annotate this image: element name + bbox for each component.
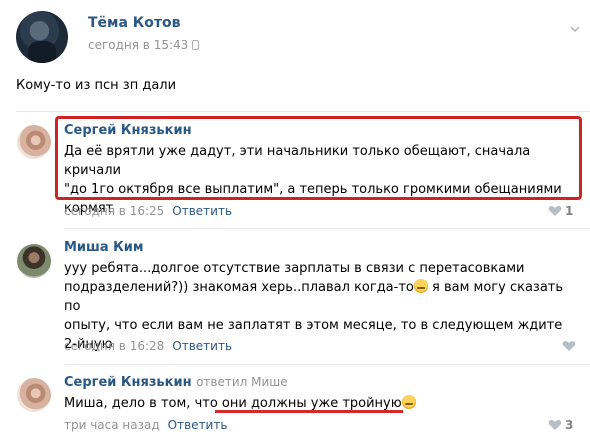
smiley-emoji-icon <box>413 279 428 293</box>
comment-3-time[interactable]: три часа назад <box>64 418 160 432</box>
post-menu-chevron-down-icon[interactable] <box>570 26 580 33</box>
comment-3-replied-to[interactable]: ответил Мише <box>196 375 288 389</box>
comment-2-time[interactable]: сегодня в 16:28 <box>64 339 164 353</box>
comment-1-line-1: Да её врятли уже дадут, эти начальники т… <box>64 144 531 178</box>
comment-3-like-count: 3 <box>565 418 574 432</box>
comment-divider-1 <box>64 228 590 229</box>
comment-2-line-3: опыту, что если вам не заплатят в этом м… <box>64 318 563 333</box>
comment-1-line-2: "до 1го октября все выплатим", а теперь … <box>64 182 562 197</box>
comment-3-header: Сергей Князькин ответил Мише <box>64 375 288 390</box>
comment-1-reply-button[interactable]: Ответить <box>172 204 232 218</box>
post-divider <box>16 111 590 112</box>
comment-2-meta: сегодня в 16:28 Ответить <box>64 339 232 353</box>
comment-3-meta: три часа назад Ответить <box>64 418 227 432</box>
post-text: Кому-то из псн зп дали <box>16 78 177 93</box>
comment-3-avatar[interactable] <box>17 378 51 412</box>
comment-2-author[interactable]: Миша Ким <box>64 240 144 255</box>
comment-3-text-start: Миша, дело в том, что <box>64 396 222 411</box>
comment-2-avatar[interactable] <box>17 244 51 278</box>
post-time-text[interactable]: сегодня в 15:43 <box>88 38 188 52</box>
red-underline <box>215 410 403 413</box>
comment-2-line-2: подразделений?)) знакомая херь..плавал к… <box>64 278 579 316</box>
post-author-avatar[interactable] <box>16 11 68 63</box>
comment-1-author[interactable]: Сергей Князькин <box>64 123 192 138</box>
comment-2-reply-button[interactable]: Ответить <box>172 339 232 353</box>
comment-divider-2 <box>64 364 590 365</box>
comment-1-time[interactable]: сегодня в 16:25 <box>64 204 164 218</box>
comment-3-author[interactable]: Сергей Князькин <box>64 375 192 390</box>
comment-2-heart-icon[interactable] <box>562 340 576 352</box>
post-time[interactable]: сегодня в 15:43 <box>88 38 200 52</box>
comment-1-like-count: 1 <box>565 204 574 218</box>
comment-1-meta: сегодня в 16:25 Ответить <box>64 204 232 218</box>
post-author-name[interactable]: Тёма Котов <box>88 15 180 31</box>
comment-3-reply-button[interactable]: Ответить <box>168 418 228 432</box>
comment-3-text-highlight: они должны уже тройную <box>221 396 402 411</box>
comment-2-line-1: ууу ребята...долгое отсутствие зарплаты … <box>64 261 525 276</box>
smiley-emoji-icon <box>401 395 416 409</box>
comment-2-line-2a: подразделений?)) знакомая херь..плавал к… <box>64 280 414 295</box>
comment-3-heart-icon[interactable] <box>548 419 562 431</box>
comment-1-avatar[interactable] <box>17 125 51 159</box>
mobile-device-icon <box>192 40 200 50</box>
comment-1-heart-icon[interactable] <box>548 205 562 217</box>
